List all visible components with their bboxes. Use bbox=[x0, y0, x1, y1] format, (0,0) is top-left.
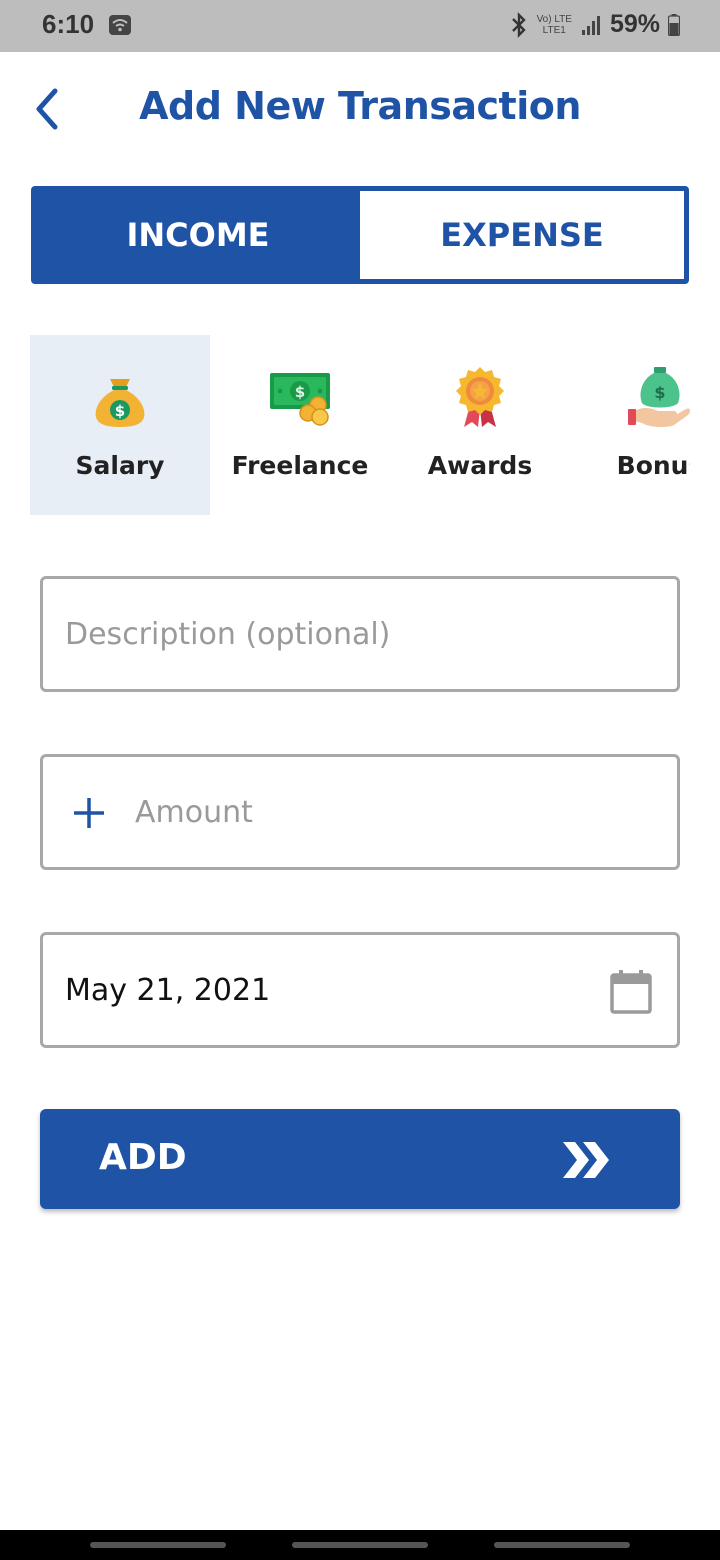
category-label-freelance: Freelance bbox=[231, 451, 369, 480]
tab-expense[interactable]: EXPENSE bbox=[360, 191, 684, 279]
page-title: Add New Transaction bbox=[139, 84, 581, 128]
category-bonus[interactable]: $ Bonus bbox=[570, 335, 690, 515]
nav-back-handle[interactable] bbox=[494, 1542, 630, 1548]
network-top: Vo) LTE bbox=[536, 13, 572, 25]
description-field bbox=[40, 576, 680, 692]
category-awards[interactable]: Awards bbox=[390, 335, 570, 515]
amount-field bbox=[40, 754, 720, 870]
svg-text:$: $ bbox=[295, 383, 305, 401]
battery-icon bbox=[668, 13, 680, 36]
status-bar: 6:10 Vo) LTE LTE1 59% bbox=[0, 0, 720, 52]
category-salary[interactable]: $ Salary bbox=[30, 335, 210, 515]
network-bottom: LTE1 bbox=[542, 24, 566, 36]
description-input[interactable] bbox=[43, 579, 677, 689]
nav-recents-handle[interactable] bbox=[90, 1542, 226, 1548]
wifi-icon bbox=[109, 15, 131, 35]
category-label-bonus: Bonus bbox=[616, 451, 690, 480]
add-button-label: ADD bbox=[99, 1137, 187, 1178]
bluetooth-icon bbox=[511, 11, 526, 38]
amount-input[interactable] bbox=[135, 757, 720, 867]
nav-home-handle[interactable] bbox=[292, 1542, 428, 1548]
cash-coins-icon: $ bbox=[270, 373, 330, 426]
svg-text:$: $ bbox=[654, 383, 665, 402]
double-chevron-right-icon bbox=[563, 1142, 609, 1178]
tab-income[interactable]: INCOME bbox=[36, 191, 360, 279]
category-label-awards: Awards bbox=[427, 451, 533, 480]
add-button[interactable]: ADD bbox=[40, 1109, 680, 1209]
award-medal-icon bbox=[456, 367, 504, 427]
category-freelance[interactable]: $ Freelance bbox=[210, 335, 390, 515]
network-label: Vo) LTE LTE1 bbox=[537, 14, 572, 36]
status-right: Vo) LTE LTE1 59% bbox=[509, 10, 680, 39]
signal-icon bbox=[581, 15, 600, 35]
date-value: May 21, 2021 bbox=[65, 973, 271, 1008]
plus-icon bbox=[74, 798, 104, 828]
category-label-salary: Salary bbox=[75, 451, 165, 480]
system-nav-bar bbox=[0, 1530, 720, 1560]
category-list: $ Salary $ Freelance Awards $ Bonu bbox=[30, 335, 690, 515]
battery-percent: 59% bbox=[609, 10, 660, 38]
hand-money-bag-icon: $ bbox=[628, 367, 690, 428]
date-field[interactable]: May 21, 2021 bbox=[40, 932, 680, 1048]
add-transaction-screen: 6:10 Vo) LTE LTE1 59% Add New Transactio… bbox=[0, 0, 720, 1560]
calendar-icon[interactable] bbox=[609, 969, 653, 1015]
transaction-type-toggle: INCOME EXPENSE bbox=[31, 186, 689, 284]
svg-text:$: $ bbox=[115, 402, 125, 420]
money-bag-icon: $ bbox=[95, 379, 145, 427]
status-time: 6:10 bbox=[42, 9, 95, 39]
